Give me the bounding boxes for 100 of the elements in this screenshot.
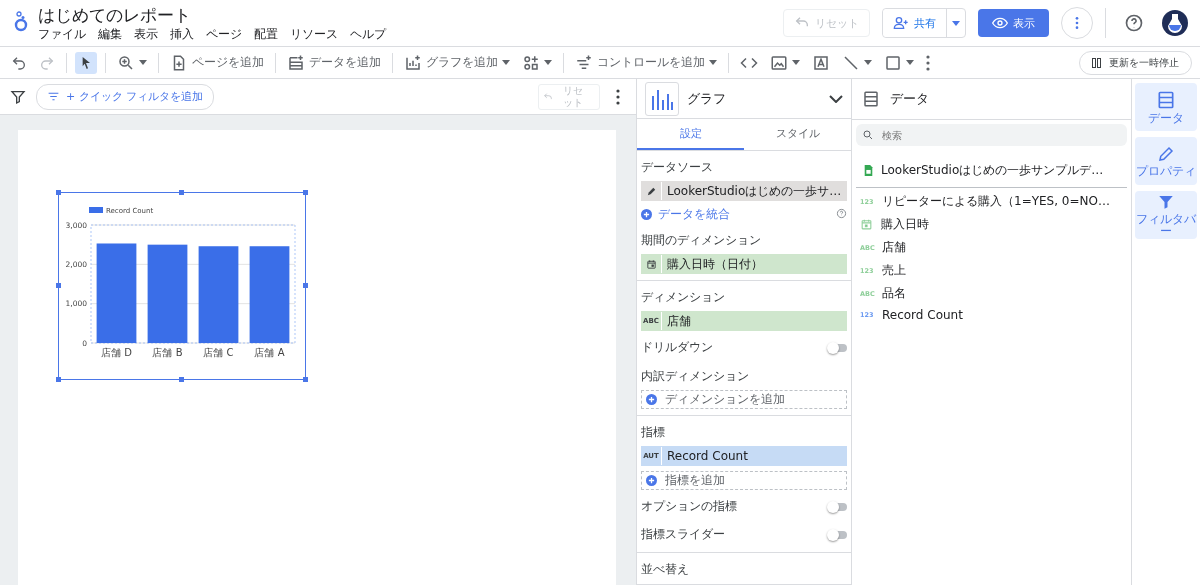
view-button[interactable]: 表示 [978, 9, 1049, 37]
search-input[interactable]: 検索 [880, 128, 1004, 142]
toggle-label: ドリルダウン [641, 339, 713, 356]
side-panel-button[interactable]: プロパティ [1135, 137, 1197, 185]
more-icon [926, 54, 930, 71]
search-icon [862, 129, 874, 141]
plus-icon [646, 394, 657, 405]
side-panel-button[interactable]: データ [1135, 83, 1197, 131]
help-icon [1124, 13, 1144, 33]
field-item[interactable]: 品名 [882, 285, 906, 302]
section-heading: データソース [641, 159, 714, 176]
caret-icon [709, 60, 717, 65]
menu-item[interactable]: 表示 [134, 26, 158, 42]
plus-icon [641, 209, 652, 220]
section-heading: 内訳ディメンション [641, 368, 750, 385]
eye-icon [992, 15, 1008, 31]
caret-icon [952, 20, 960, 26]
add-data-icon [287, 53, 305, 72]
toggle-label: 指標スライダー [641, 526, 725, 543]
pause-updates-button[interactable]: 更新を一時停止 [1079, 50, 1192, 75]
app-logo-icon[interactable] [14, 10, 28, 32]
rectangle-icon [884, 53, 902, 72]
add-field-button[interactable]: ディメンションを追加 [641, 390, 847, 409]
field-item[interactable]: 売上 [882, 262, 906, 279]
menu-item[interactable]: 挿入 [170, 26, 194, 42]
menu-item[interactable]: 編集 [98, 26, 122, 42]
filter-icon [10, 88, 26, 105]
add-person-icon [893, 15, 909, 31]
data-table-icon [1156, 90, 1176, 110]
toggle-switch[interactable] [829, 530, 847, 539]
field-item[interactable]: Record Count [882, 308, 963, 322]
section-heading: 並べ替え [641, 561, 690, 578]
pencil-icon [1157, 145, 1175, 163]
caret-icon [792, 60, 800, 65]
filter-icon [1157, 193, 1175, 211]
chevron-down-icon[interactable] [829, 94, 843, 103]
resize-handle[interactable] [56, 377, 61, 382]
zoom-icon [117, 53, 135, 72]
more-icon [616, 88, 620, 105]
resize-handle[interactable] [179, 190, 184, 195]
data-source-name[interactable]: LookerStudioはじめの一歩サンプルデ… [881, 162, 1104, 179]
calendar-icon [645, 258, 657, 270]
image-icon [770, 53, 788, 72]
field-chip[interactable]: LookerStudioはじめの一歩サ… [641, 181, 847, 201]
text-box-icon [812, 53, 830, 72]
pencil-icon [645, 185, 657, 197]
caret-icon [544, 60, 552, 65]
field-item[interactable]: 店舗 [882, 239, 906, 256]
resize-handle[interactable] [303, 377, 308, 382]
line-icon [842, 53, 860, 72]
components-icon [522, 53, 540, 72]
panel-tab[interactable]: スタイル [744, 119, 851, 150]
menu-item[interactable]: 配置 [254, 26, 278, 42]
toggle-label: オプションの指標 [641, 498, 737, 515]
help-icon [836, 207, 847, 219]
redo-icon [39, 54, 55, 71]
chart-type-label: グラフ [687, 89, 726, 108]
resize-handle[interactable] [303, 190, 308, 195]
menu-item[interactable]: ファイル [38, 26, 86, 42]
toggle-switch[interactable] [829, 502, 847, 511]
search-field[interactable]: 検索 [856, 124, 1127, 146]
quick-filter-button[interactable]: + クイック フィルタを追加 [36, 83, 215, 110]
plus-icon [646, 475, 657, 486]
select-tool-button[interactable] [75, 51, 97, 74]
toggle-switch[interactable] [829, 343, 847, 352]
menu-item[interactable]: ヘルプ [350, 26, 386, 42]
spreadsheet-icon [862, 164, 875, 177]
add-data-button[interactable]: データを追加 [284, 50, 384, 75]
blend-data-link[interactable]: データを統合 [658, 206, 730, 223]
axis-category-label: 店舗 A [254, 347, 285, 358]
axis-category-label: 店舗 B [152, 347, 183, 358]
field-chip[interactable]: 購入日時（日付） [641, 254, 847, 274]
field-item[interactable]: 購入日時 [881, 216, 929, 233]
panel-tab[interactable]: 設定 [637, 119, 744, 150]
axis-category-label: 店舗 C [203, 347, 234, 358]
add-field-button[interactable]: 指標を追加 [641, 471, 847, 490]
filter-lines-icon [47, 90, 60, 103]
caret-icon [906, 60, 914, 65]
caret-icon [502, 60, 510, 65]
add-page-button[interactable]: ページを追加 [167, 50, 267, 75]
resize-handle[interactable] [303, 283, 308, 288]
chart-type-icon[interactable] [645, 81, 679, 116]
field-item[interactable]: リピーターによる購入（1=YES, 0=NO… [882, 193, 1110, 210]
section-heading: 指標 [641, 424, 666, 441]
add-chart-button[interactable]: グラフを追加 [401, 50, 513, 75]
axis-category-label: 店舗 D [101, 347, 132, 358]
report-title[interactable]: はじめてのレポート [38, 4, 386, 26]
side-panel-button[interactable]: フィルタバー [1135, 191, 1197, 239]
resize-handle[interactable] [179, 377, 184, 382]
resize-handle[interactable] [56, 190, 61, 195]
add-chart-icon [404, 53, 422, 72]
avatar-icon[interactable] [1162, 10, 1188, 36]
add-control-icon [575, 53, 593, 72]
menu-item[interactable]: リソース [290, 26, 338, 42]
add-control-button[interactable]: コントロールを追加 [572, 50, 720, 75]
resize-handle[interactable] [56, 283, 61, 288]
panel-title: データ [890, 90, 929, 108]
menu-item[interactable]: ページ [206, 26, 242, 42]
calendar-icon [860, 218, 873, 231]
undo-icon [543, 91, 553, 102]
